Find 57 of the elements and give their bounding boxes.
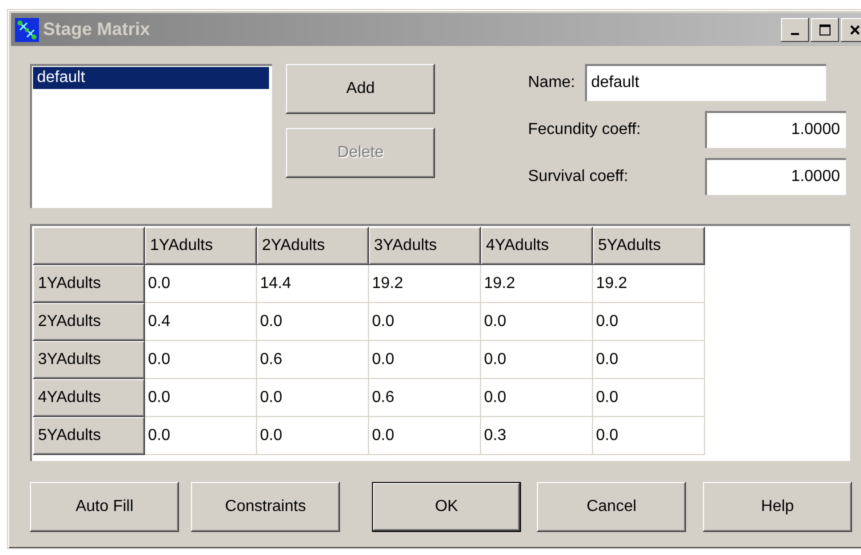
add-button[interactable]: Add xyxy=(286,64,435,114)
table-cell[interactable]: 0.0 xyxy=(369,303,481,341)
window-title: Stage Matrix xyxy=(43,19,152,40)
app-icon xyxy=(15,18,39,42)
table-cell[interactable]: 19.2 xyxy=(481,265,593,303)
name-field[interactable]: default xyxy=(585,64,826,101)
row-header[interactable]: 3YAdults xyxy=(33,341,145,379)
table-cell[interactable]: 0.0 xyxy=(257,417,369,455)
field-label: Survival coeff: xyxy=(528,168,628,186)
table-cell[interactable]: 0.0 xyxy=(145,265,257,303)
minimize-button[interactable] xyxy=(781,18,809,42)
table-cell[interactable]: 19.2 xyxy=(369,265,481,303)
table-cell[interactable]: 0.0 xyxy=(593,341,705,379)
table-cell[interactable]: 0.4 xyxy=(145,303,257,341)
dialog-button[interactable]: Cancel xyxy=(537,482,686,532)
list-item[interactable]: default xyxy=(33,67,269,89)
table-cell[interactable]: 0.0 xyxy=(593,417,705,455)
table-cell[interactable]: 0.0 xyxy=(145,341,257,379)
table-cell[interactable]: 19.2 xyxy=(593,265,705,303)
close-button[interactable] xyxy=(841,18,861,42)
table-cell[interactable]: 0.0 xyxy=(593,379,705,417)
field-label: Fecundity coeff: xyxy=(528,120,641,138)
table-cell[interactable]: 0.0 xyxy=(369,417,481,455)
column-header[interactable]: 5YAdults xyxy=(593,227,705,265)
close-icon xyxy=(849,24,861,36)
row-header[interactable]: 2YAdults xyxy=(33,303,145,341)
table-cell[interactable]: 0.0 xyxy=(145,379,257,417)
table-cell[interactable]: 0.0 xyxy=(481,303,593,341)
row-header[interactable]: 1YAdults xyxy=(33,265,145,303)
minimize-icon xyxy=(791,32,799,34)
column-header[interactable]: 1YAdults xyxy=(145,227,257,265)
coeff-field[interactable]: 1.0000 xyxy=(705,111,846,148)
row-header[interactable]: 5YAdults xyxy=(33,417,145,455)
table-cell[interactable]: 0.0 xyxy=(369,341,481,379)
table-cell[interactable]: 0.0 xyxy=(481,379,593,417)
table-cell[interactable]: 0.0 xyxy=(593,303,705,341)
column-header[interactable]: 2YAdults xyxy=(257,227,369,265)
dialog-button[interactable]: Constraints xyxy=(191,482,340,532)
matrix-list[interactable]: default xyxy=(30,64,272,208)
table-cell[interactable]: 0.0 xyxy=(257,379,369,417)
column-header[interactable]: 3YAdults xyxy=(369,227,481,265)
maximize-button[interactable] xyxy=(811,18,839,42)
table-cell[interactable]: 0.3 xyxy=(481,417,593,455)
dialog-button[interactable]: OK xyxy=(372,482,521,532)
dialog-button[interactable]: Auto Fill xyxy=(30,482,179,532)
coeff-field[interactable]: 1.0000 xyxy=(705,158,846,195)
maximize-icon xyxy=(819,24,831,36)
row-header[interactable]: 4YAdults xyxy=(33,379,145,417)
table-cell[interactable]: 0.6 xyxy=(257,341,369,379)
table-cell[interactable]: 14.4 xyxy=(257,265,369,303)
table-cell[interactable]: 0.0 xyxy=(145,417,257,455)
dialog-button[interactable]: Help xyxy=(703,482,852,532)
table-cell[interactable]: 0.0 xyxy=(257,303,369,341)
table-cell[interactable]: 0.6 xyxy=(369,379,481,417)
table-cell[interactable]: 0.0 xyxy=(481,341,593,379)
column-header[interactable]: 4YAdults xyxy=(481,227,593,265)
field-label: Name: xyxy=(528,74,576,92)
